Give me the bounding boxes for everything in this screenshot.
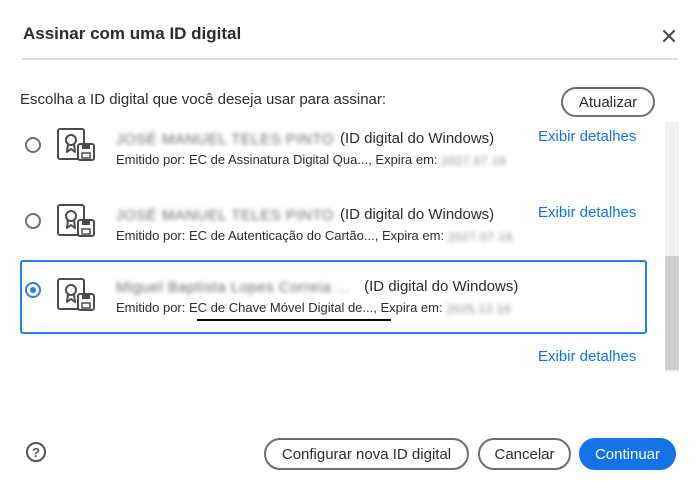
close-button[interactable] xyxy=(659,26,679,46)
expiry-date: 2027.07.16 xyxy=(441,153,507,168)
certificate-icon xyxy=(57,204,95,237)
digital-id-radio[interactable] xyxy=(25,213,41,229)
continue-button[interactable]: Continuar xyxy=(579,438,676,470)
id-kind: (ID digital do Windows) xyxy=(339,130,495,147)
certificate-icon xyxy=(57,278,95,311)
digital-id-radio[interactable] xyxy=(25,137,41,153)
issuer-prefix: Emitido por: xyxy=(116,300,189,315)
issuer-name: EC de Chave Móvel Digital de... xyxy=(188,300,374,315)
issuer-prefix: Emitido por: xyxy=(116,228,189,243)
issuer-name: EC de Assinatura Digital Qua... xyxy=(188,152,369,167)
digital-id-item-selected[interactable]: Miguel Baptista Lopes Correia ... (ID dig… xyxy=(20,260,647,334)
certificate-icon xyxy=(57,128,95,161)
prompt-text: Escolha a ID digital que você deseja usa… xyxy=(20,91,387,108)
id-kind: (ID digital do Windows) xyxy=(339,206,495,223)
expires-label: , Expira em: xyxy=(373,300,447,315)
id-owner-name: Miguel Baptista Lopes Correia ... xyxy=(116,278,351,296)
help-button[interactable]: ? xyxy=(26,442,46,462)
view-details-link[interactable]: Exibir detalhes xyxy=(538,348,636,365)
cancel-button[interactable]: Cancelar xyxy=(478,438,571,470)
digital-id-radio-selected[interactable] xyxy=(25,282,41,298)
expires-label: , Expira em: xyxy=(368,152,442,167)
id-kind: (ID digital do Windows) xyxy=(364,278,519,295)
scrollbar-thumb[interactable] xyxy=(665,256,679,370)
dialog-title: Assinar com uma ID digital xyxy=(23,24,242,43)
issuer-prefix: Emitido por: xyxy=(116,152,189,167)
close-icon xyxy=(663,30,675,42)
configure-new-id-button[interactable]: Configurar nova ID digital xyxy=(264,438,469,470)
refresh-button[interactable]: Atualizar xyxy=(561,87,655,117)
expiry-date: 2027.07.16 xyxy=(447,229,513,244)
issuer-name: EC de Autenticação do Cartão... xyxy=(188,228,375,243)
id-owner-name: JOSÉ MANUEL TELES PINTO xyxy=(116,130,334,148)
view-details-link[interactable]: Exibir detalhes xyxy=(538,204,636,221)
sign-dialog: Assinar com uma ID digital Escolha a ID … xyxy=(0,0,700,500)
id-owner-name: JOSÉ MANUEL TELES PINTO xyxy=(116,206,334,224)
expires-label: , Expira em: xyxy=(374,228,448,243)
digital-id-list[interactable]: JOSÉ MANUEL TELES PINTO (ID digital do Wi… xyxy=(0,122,665,372)
view-details-link[interactable]: Exibir detalhes xyxy=(538,128,636,145)
expiry-date: 2025.12.16 xyxy=(446,301,512,316)
header-divider xyxy=(22,58,678,60)
annotation-underline xyxy=(197,319,391,321)
